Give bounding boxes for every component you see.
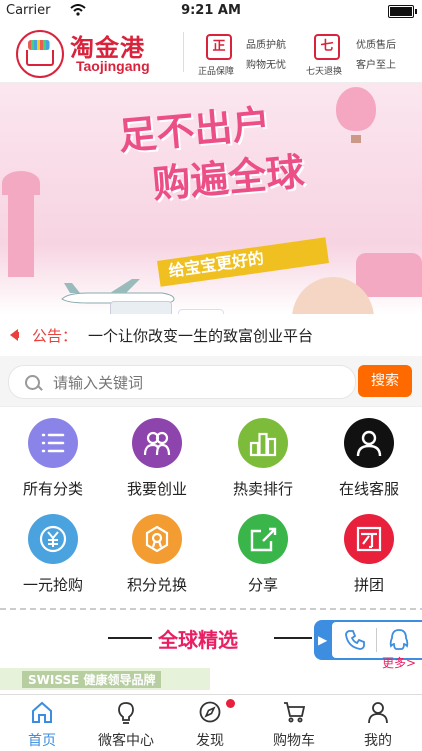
app-header: 淘金港 Taojingang 正 正品保障 品质护航 购物无忧 七 七天退换 优… xyxy=(0,22,422,83)
grid-item-startup[interactable]: 我要创业 xyxy=(104,410,210,510)
search-box[interactable] xyxy=(8,365,356,399)
grid-label: 分享 xyxy=(247,576,278,594)
bulb-icon xyxy=(115,700,137,728)
tab-wk-center[interactable]: 微客中心 xyxy=(84,695,168,751)
compass-icon xyxy=(199,700,221,728)
grid-label: 热卖排行 xyxy=(232,480,293,498)
feature-line: 优质售后 xyxy=(356,40,396,51)
battery-icon xyxy=(388,5,417,18)
logo-icon xyxy=(16,30,64,78)
status-bar: Carrier 9:21 AM xyxy=(0,0,422,22)
more-link[interactable]: 更多> xyxy=(382,654,416,671)
announcement-label: 公告： xyxy=(32,327,78,345)
balloon-illustration xyxy=(336,87,376,143)
brand-name-en: Taojingang xyxy=(76,58,150,74)
title-line-left xyxy=(108,637,152,639)
grid-label: 在线客服 xyxy=(338,480,399,498)
cart-icon xyxy=(283,700,306,728)
feature-genuine: 正 正品保障 品质护航 购物无忧 xyxy=(198,28,306,78)
seven-day-icon: 七 xyxy=(314,34,340,60)
grid-item-categories[interactable]: 所有分类 xyxy=(0,410,106,510)
tab-label: 发现 xyxy=(196,733,224,749)
feature-caption: 七天退换 xyxy=(306,67,343,77)
tab-discover[interactable]: 发现 xyxy=(168,695,252,751)
big-ben-illustration xyxy=(2,171,40,277)
product-sterilizer-image xyxy=(110,301,172,314)
grid-item-points[interactable]: 积分兑换 xyxy=(104,506,210,606)
clock: 9:21 AM xyxy=(181,3,241,18)
banner-title-2: 购遍全球 xyxy=(150,149,306,207)
tab-label: 购物车 xyxy=(273,733,315,749)
header-divider xyxy=(183,32,184,72)
home-icon xyxy=(31,700,53,728)
yen-icon xyxy=(28,514,78,564)
tab-label: 微客中心 xyxy=(98,733,154,749)
search-icon xyxy=(25,375,40,390)
badge-icon xyxy=(132,514,182,564)
phone-icon[interactable] xyxy=(344,629,366,655)
feature-line: 品质护航 xyxy=(246,40,286,51)
grid-item-customer-service[interactable]: 在线客服 xyxy=(316,410,422,510)
feature-caption: 正品保障 xyxy=(198,67,235,77)
section-title: 全球精选 xyxy=(158,628,238,652)
promo-text: SWISSE 健康领导品牌 xyxy=(22,671,162,688)
grid-label: 所有分类 xyxy=(22,480,83,498)
announcement-bar[interactable]: 公告： 一个让你改变一生的致富创业平台 xyxy=(0,314,422,357)
grid-label: 我要创业 xyxy=(126,480,187,498)
user-icon xyxy=(344,418,394,468)
list-icon xyxy=(28,418,78,468)
feature-line: 客户至上 xyxy=(356,60,396,71)
colosseum-illustration xyxy=(356,253,422,297)
ranking-icon xyxy=(238,418,288,468)
search-button[interactable]: 搜索 xyxy=(358,365,412,397)
tab-mine[interactable]: 我的 xyxy=(336,695,420,751)
feature-return: 七 七天退换 优质售后 客户至上 xyxy=(306,28,418,78)
panel-divider xyxy=(376,628,377,652)
grid-item-group-buy[interactable]: 拼团 xyxy=(316,506,422,606)
contact-panel xyxy=(332,622,422,658)
grid-item-share[interactable]: 分享 xyxy=(210,506,316,606)
grid-label: 拼团 xyxy=(353,576,384,594)
grid-label: 积分兑换 xyxy=(126,576,187,594)
promo-strip[interactable]: SWISSE 健康领导品牌 xyxy=(0,668,210,690)
tab-label: 首页 xyxy=(28,733,56,749)
chevron-right-icon[interactable]: ▶ xyxy=(318,633,327,647)
tab-label: 我的 xyxy=(364,733,392,749)
profile-icon xyxy=(367,700,389,728)
notification-badge xyxy=(226,699,235,708)
grid-label: 一元抢购 xyxy=(22,576,83,594)
grid-item-one-yuan[interactable]: 一元抢购 xyxy=(0,506,106,606)
feature-line: 购物无忧 xyxy=(246,60,286,71)
group-icon xyxy=(132,418,182,468)
speaker-icon xyxy=(10,329,19,341)
announcement-text: 一个让你改变一生的致富创业平台 xyxy=(88,327,314,345)
tab-bar: 首页 微客中心 发现 购物车 我的 xyxy=(0,694,422,751)
qq-icon[interactable] xyxy=(388,628,410,656)
genuine-icon: 正 xyxy=(206,34,232,60)
search-input[interactable] xyxy=(51,370,345,396)
grid-item-bestsellers[interactable]: 热卖排行 xyxy=(210,410,316,510)
share-icon xyxy=(238,514,288,564)
search-bar: 搜索 xyxy=(0,356,422,407)
title-line-right xyxy=(274,637,312,639)
group-buy-icon xyxy=(344,514,394,564)
section-divider xyxy=(0,608,422,610)
tab-cart[interactable]: 购物车 xyxy=(252,695,336,751)
promo-banner[interactable]: 足不出户 购遍全球 给宝宝更好的 xyxy=(0,83,422,314)
tab-home[interactable]: 首页 xyxy=(0,695,84,751)
